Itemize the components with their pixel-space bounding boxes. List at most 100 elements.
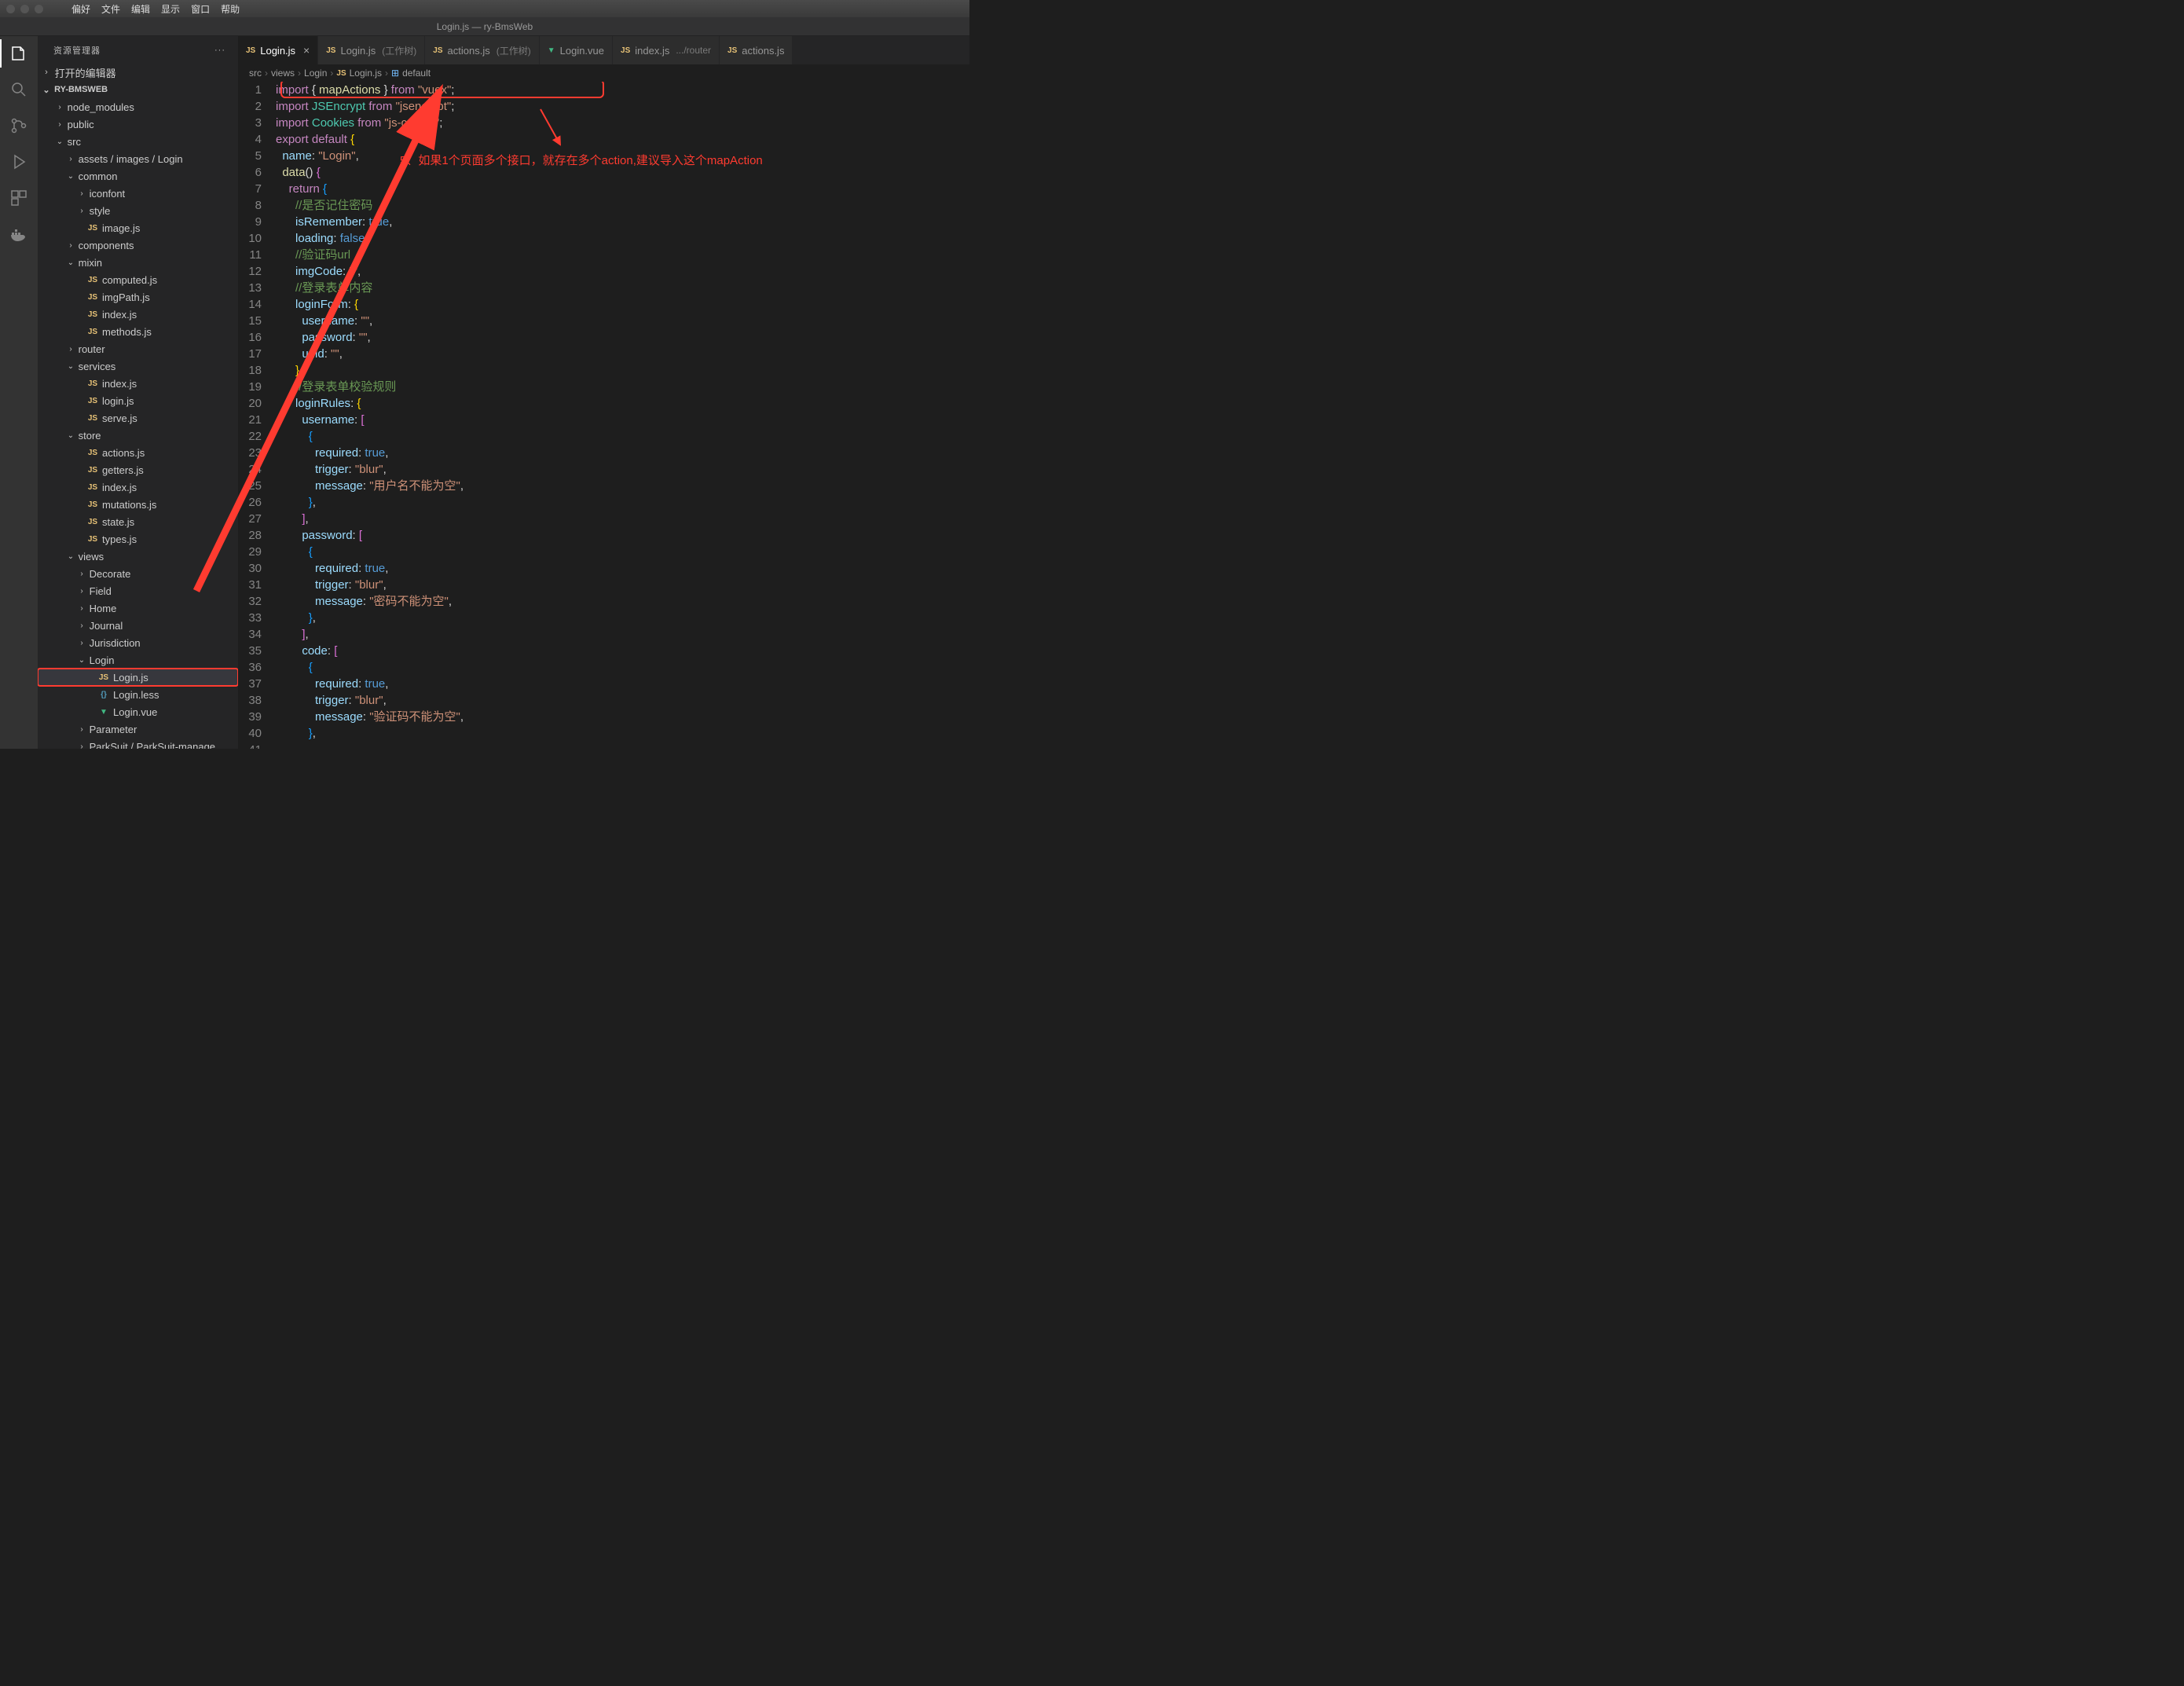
editor-tab[interactable]: JSactions.js (720, 36, 793, 64)
open-editors-section[interactable]: › 打开的编辑器 (38, 64, 238, 81)
code-line[interactable]: 26 }, (238, 494, 969, 511)
code-content[interactable]: }, (276, 362, 302, 379)
breadcrumb-item[interactable]: Login (304, 68, 327, 79)
mac-menu-item[interactable]: 编辑 (131, 2, 150, 16)
close-icon[interactable]: × (303, 44, 310, 57)
code-content[interactable]: loading: false, (276, 230, 368, 247)
code-line[interactable]: 17 uuid: "", (238, 346, 969, 362)
folder-item[interactable]: › router (38, 340, 238, 357)
code-line[interactable]: 38 trigger: "blur", (238, 692, 969, 709)
search-icon[interactable] (8, 79, 30, 101)
code-content[interactable]: message: "密码不能为空", (276, 593, 452, 610)
code-line[interactable]: 34 ], (238, 626, 969, 643)
folder-item[interactable]: › style (38, 202, 238, 219)
workspace-section[interactable]: ⌄ RY-BMSWEB (38, 81, 238, 98)
code-line[interactable]: 28 password: [ (238, 527, 969, 544)
code-content[interactable]: //是否记住密码 (276, 197, 372, 214)
code-line[interactable]: 3import Cookies from "js-cookie"; (238, 115, 969, 131)
editor-tab[interactable]: JSLogin.js(工作树) (318, 36, 425, 64)
code-content[interactable]: { (276, 428, 313, 445)
code-content[interactable]: { (276, 544, 313, 560)
code-content[interactable]: password: "", (276, 329, 371, 346)
code-content[interactable]: //登录表单内容 (276, 280, 372, 296)
file-item[interactable]: ›JSstate.js (38, 513, 238, 530)
file-item[interactable]: ›JSimgPath.js (38, 288, 238, 306)
code-content[interactable]: required: true, (276, 676, 388, 692)
extensions-icon[interactable] (8, 187, 30, 209)
code-line[interactable]: 24 trigger: "blur", (238, 461, 969, 478)
file-item[interactable]: ›JSlogin.js (38, 392, 238, 409)
code-line[interactable]: 33 }, (238, 610, 969, 626)
docker-icon[interactable] (8, 223, 30, 245)
code-content[interactable]: username: "", (276, 313, 372, 329)
code-content[interactable]: imgCode: "", (276, 263, 361, 280)
folder-item[interactable]: › Journal (38, 617, 238, 634)
code-content[interactable]: code: [ (276, 643, 337, 659)
breadcrumbs[interactable]: src › views › Login ›JS Login.js ›⊞ defa… (238, 64, 969, 82)
code-line[interactable]: 36 { (238, 659, 969, 676)
explorer-icon[interactable] (8, 42, 30, 64)
code-line[interactable]: 32 message: "密码不能为空", (238, 593, 969, 610)
editor-tab[interactable]: JSindex.js.../router (613, 36, 720, 64)
breadcrumb-item[interactable]: src (249, 68, 262, 79)
code-content[interactable]: trigger: "blur", (276, 577, 387, 593)
folder-item[interactable]: › public (38, 115, 238, 133)
file-item[interactable]: ›JSmutations.js (38, 496, 238, 513)
code-content[interactable]: uuid: "", (276, 346, 343, 362)
code-content[interactable]: return { (276, 181, 327, 197)
code-line[interactable]: 21 username: [ (238, 412, 969, 428)
file-item[interactable]: ›JSmethods.js (38, 323, 238, 340)
debug-icon[interactable] (8, 151, 30, 173)
file-item[interactable]: ›JSindex.js (38, 478, 238, 496)
file-item[interactable]: ›JSgetters.js (38, 461, 238, 478)
code-line[interactable]: 13 //登录表单内容 (238, 280, 969, 296)
code-content[interactable]: import JSEncrypt from "jsencrypt"; (276, 98, 454, 115)
code-line[interactable]: 8 //是否记住密码 (238, 197, 969, 214)
code-line[interactable]: 14 loginForm: { (238, 296, 969, 313)
code-content[interactable]: message: "用户名不能为空", (276, 478, 464, 494)
more-icon[interactable]: ··· (214, 46, 225, 55)
file-item[interactable]: ›JSindex.js (38, 306, 238, 323)
code-line[interactable]: 11 //验证码url (238, 247, 969, 263)
editor-tab[interactable]: JSactions.js(工作树) (425, 36, 539, 64)
breadcrumb-item[interactable]: Login.js (350, 68, 382, 79)
editor-tab[interactable]: JSLogin.js× (238, 36, 318, 64)
code-line[interactable]: 12 imgCode: "", (238, 263, 969, 280)
code-content[interactable]: export default { (276, 131, 354, 148)
code-line[interactable]: 29 { (238, 544, 969, 560)
code-content[interactable]: ], (276, 511, 309, 527)
code-line[interactable]: 25 message: "用户名不能为空", (238, 478, 969, 494)
code-content[interactable]: message: "验证码不能为空", (276, 709, 464, 725)
code-line[interactable]: 23 required: true, (238, 445, 969, 461)
code-content[interactable]: loginForm: { (276, 296, 358, 313)
code-line[interactable]: 39 message: "验证码不能为空", (238, 709, 969, 725)
code-line[interactable]: 37 required: true, (238, 676, 969, 692)
code-line[interactable]: 19 //登录表单校验规则 (238, 379, 969, 395)
folder-item[interactable]: ⌄ common (38, 167, 238, 185)
code-content[interactable]: }, (276, 610, 316, 626)
editor-tab[interactable]: ▼Login.vue (540, 36, 613, 64)
file-item[interactable]: ›JScomputed.js (38, 271, 238, 288)
code-editor[interactable]: 5、如果1个页面多个接口，就存在多个action,建议导入这个mapAction… (238, 82, 969, 749)
folder-item[interactable]: › Decorate (38, 565, 238, 582)
file-item[interactable]: ›▼Login.vue (38, 703, 238, 720)
code-content[interactable]: import Cookies from "js-cookie"; (276, 115, 442, 131)
code-line[interactable]: 4export default { (238, 131, 969, 148)
code-content[interactable]: //登录表单校验规则 (276, 379, 396, 395)
code-content[interactable]: name: "Login", (276, 148, 359, 164)
code-content[interactable]: username: [ (276, 412, 365, 428)
file-item[interactable]: ›JSindex.js (38, 375, 238, 392)
code-line[interactable]: 2import JSEncrypt from "jsencrypt"; (238, 98, 969, 115)
code-content[interactable]: }, (276, 725, 316, 742)
code-content[interactable]: data() { (276, 164, 321, 181)
code-content[interactable]: ], (276, 626, 309, 643)
code-line[interactable]: 35 code: [ (238, 643, 969, 659)
code-line[interactable]: 27 ], (238, 511, 969, 527)
folder-item[interactable]: ⌄ views (38, 548, 238, 565)
code-line[interactable]: 7 return { (238, 181, 969, 197)
mac-menu-item[interactable]: 帮助 (221, 2, 240, 16)
folder-item[interactable]: › Field (38, 582, 238, 599)
code-content[interactable]: isRemember: true, (276, 214, 392, 230)
mac-menu-item[interactable]: 窗口 (191, 2, 210, 16)
mac-menu-item[interactable]: 偏好 (71, 2, 90, 16)
